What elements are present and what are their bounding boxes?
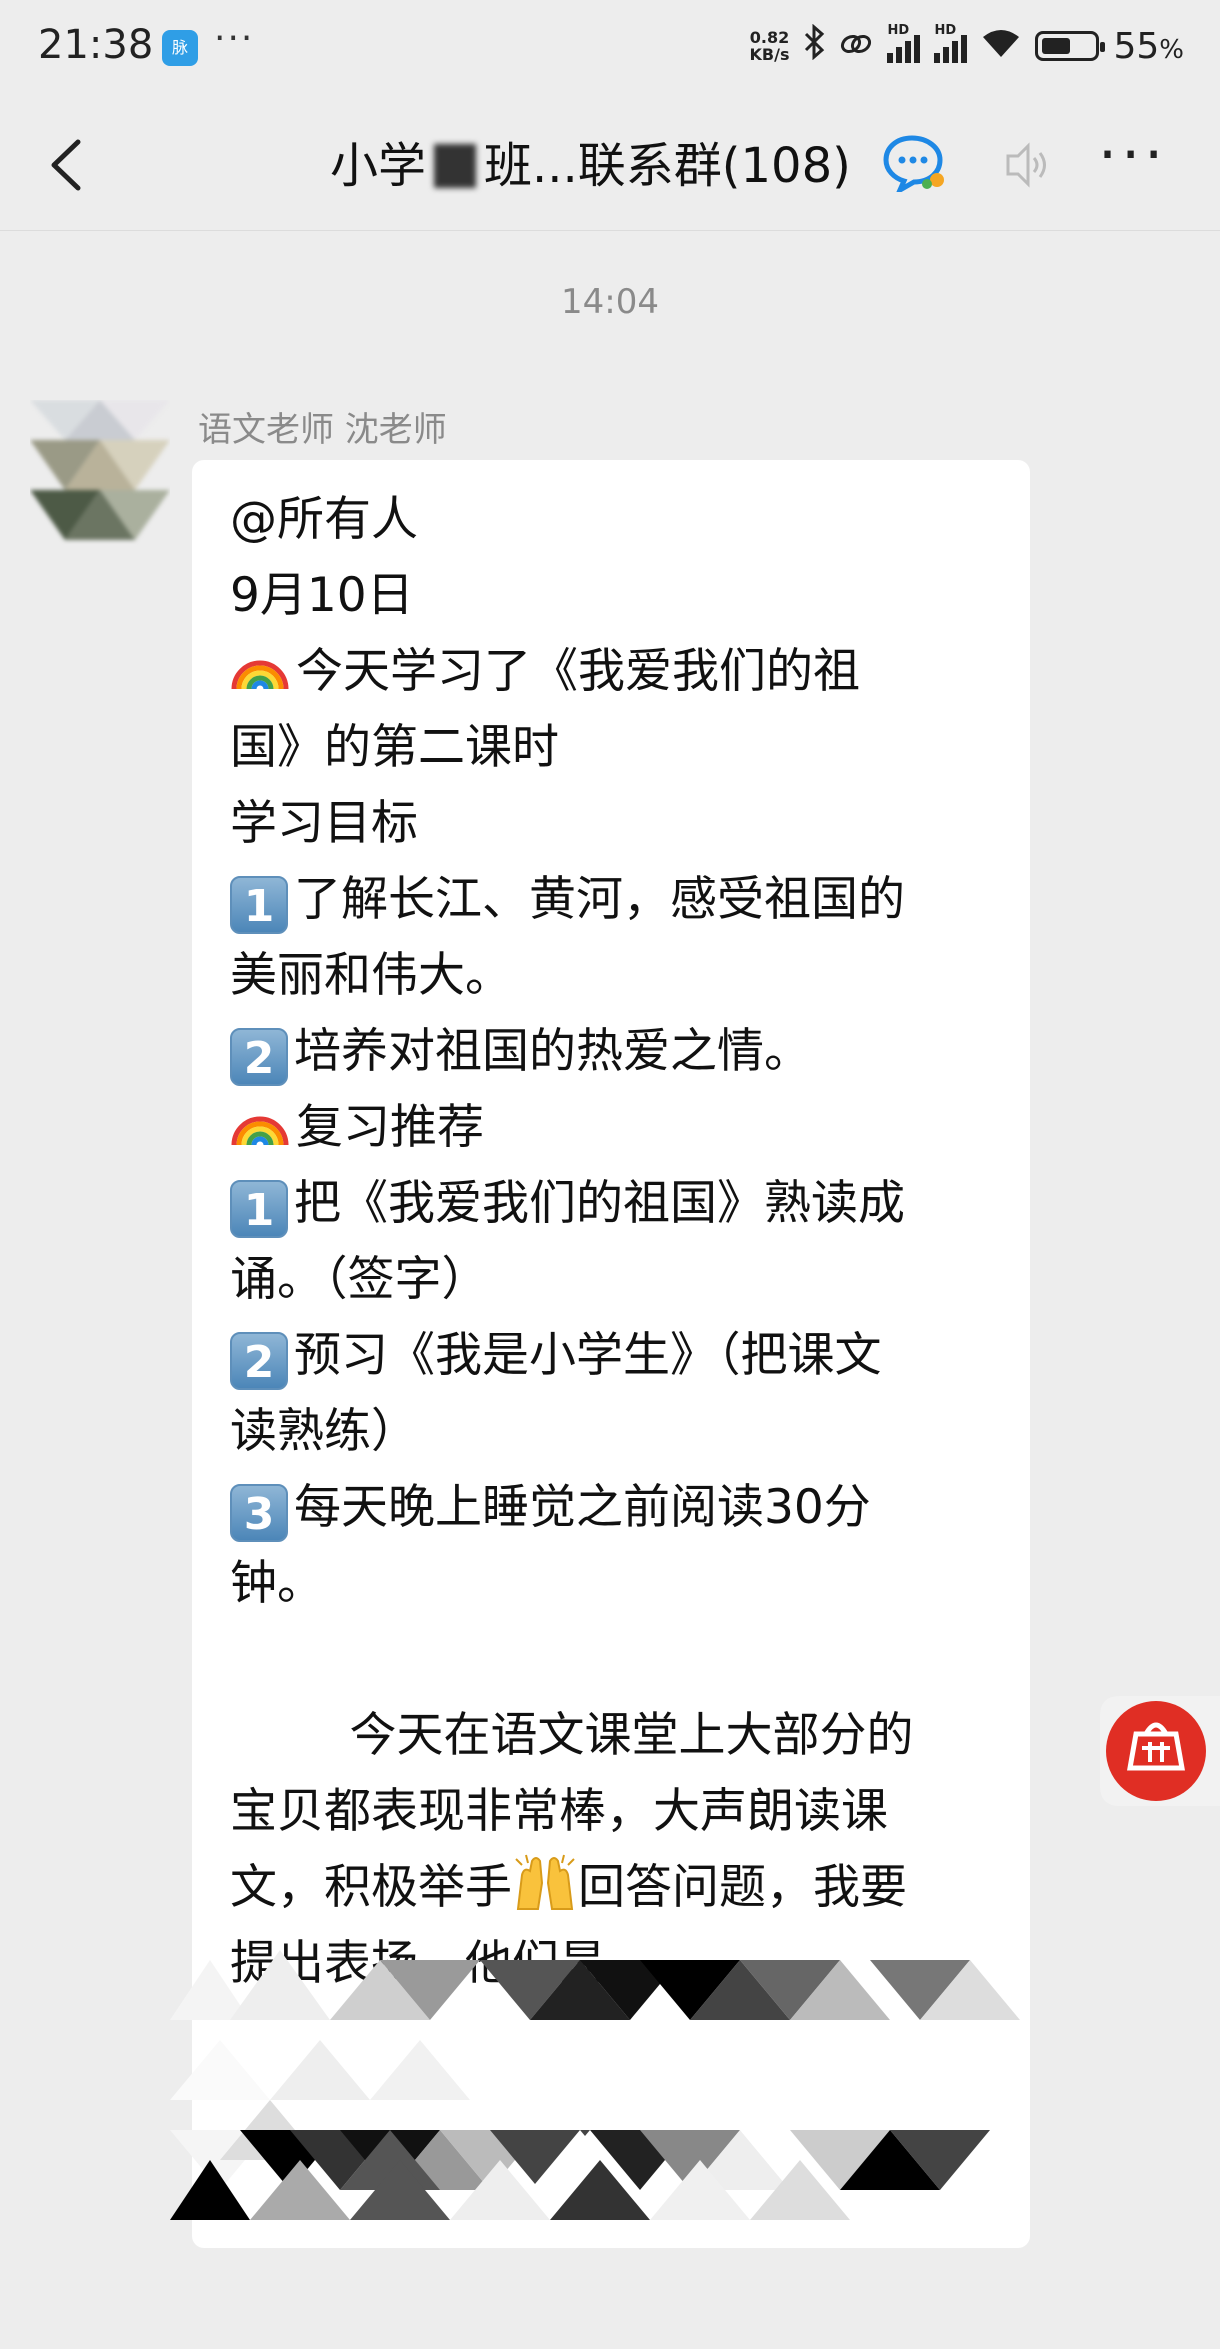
- status-indicators: 0.82 KB/s HD HD 55%: [750, 23, 1185, 68]
- sender-avatar[interactable]: [30, 400, 170, 550]
- message-line: 复习推荐: [230, 1090, 990, 1166]
- message-line: 读熟练）: [230, 1404, 418, 1459]
- keycap-2-icon: 2: [230, 1332, 288, 1390]
- message-line: 诵。（签字）: [230, 1252, 489, 1307]
- message-text: 回答问题，我要: [578, 1860, 907, 1915]
- network-speed: 0.82 KB/s: [750, 29, 790, 63]
- rainbow-emoji-icon: [231, 660, 289, 690]
- message-text: 培养对祖国的热爱之情。: [294, 1024, 811, 1079]
- group-title-part2: 班...联系群(108): [484, 138, 851, 194]
- message-line: 2 培养对祖国的热爱之情。: [230, 1014, 990, 1090]
- message-text: 复习推荐: [296, 1100, 484, 1155]
- wifi-icon: [981, 27, 1021, 65]
- message-timestamp: 14:04: [561, 282, 659, 322]
- rainbow-emoji-icon: [231, 1116, 289, 1146]
- voice-call-icon[interactable]: [1000, 142, 1050, 188]
- message-line: 钟。: [230, 1556, 324, 1611]
- status-bar: 21:38 脉 ··· 0.82 KB/s HD HD 55%: [0, 0, 1220, 100]
- message-line: 文，积极举手 回答问题，我要: [230, 1850, 990, 1926]
- message-text: 文，积极举手: [230, 1860, 512, 1915]
- battery-percent: 55%: [1113, 25, 1184, 67]
- link-icon: [839, 29, 873, 63]
- hd-label: HD: [887, 23, 910, 38]
- bluetooth-icon: [803, 23, 825, 68]
- chat-header: 小学 班...联系群(108) ···: [0, 100, 1220, 231]
- keycap-1-icon: 1: [230, 876, 288, 934]
- sender-name: 语文老师 沈老师: [198, 410, 447, 450]
- keycap-3-icon: 3: [230, 1484, 288, 1542]
- message-line: 国》的第二课时: [230, 720, 559, 775]
- status-time: 21:38: [38, 22, 154, 68]
- group-title[interactable]: 小学 班...联系群(108): [330, 126, 851, 196]
- message-line: 3 每天晚上睡觉之前阅读30分: [230, 1470, 990, 1546]
- group-chat-bubble-icon[interactable]: [882, 132, 950, 196]
- message-line: 1 了解长江、黄河，感受祖国的: [230, 862, 990, 938]
- back-button[interactable]: [40, 130, 100, 200]
- battery-icon: [1035, 31, 1106, 61]
- network-speed-unit: KB/s: [749, 45, 790, 64]
- message-line: 宝贝都表现非常棒，大声朗读课: [230, 1784, 888, 1839]
- message-text: 了解长江、黄河，感受祖国的: [294, 872, 905, 927]
- message-line: 1 把《我爱我们的祖国》熟读成: [230, 1166, 990, 1242]
- keycap-2-icon: 2: [230, 1028, 288, 1086]
- message-line: 学习目标: [230, 796, 418, 851]
- more-options-button[interactable]: ···: [1098, 120, 1167, 190]
- keycap-1-icon: 1: [230, 1180, 288, 1238]
- message-text: 每天晚上睡觉之前阅读30分: [294, 1480, 871, 1535]
- message-line: 9月10日: [230, 568, 414, 623]
- floating-shopping-button[interactable]: [1090, 1686, 1220, 1816]
- message-line: 2 预习《我是小学生》（把课文: [230, 1318, 990, 1394]
- hd-label-2: HD: [934, 23, 957, 38]
- network-speed-value: 0.82: [749, 28, 790, 47]
- redacted-block: [434, 144, 477, 188]
- message-line: 今天在语文课堂上大部分的: [230, 1708, 914, 1763]
- signal-strength-icon: HD: [887, 23, 921, 63]
- notification-more-icon: ···: [214, 18, 255, 59]
- signal-strength-icon-2: HD: [934, 23, 968, 63]
- redaction-mosaic: [170, 1950, 1020, 2220]
- message-text: 今天学习了《我爱我们的祖: [296, 644, 860, 699]
- message-line: 今天学习了《我爱我们的祖: [230, 634, 990, 710]
- message-text: 把《我爱我们的祖国》熟读成: [294, 1176, 905, 1231]
- message-line: @所有人: [230, 492, 418, 547]
- notification-app-icon: 脉: [162, 30, 198, 66]
- group-title-part1: 小学: [330, 138, 427, 194]
- message-line: 美丽和伟大。: [230, 948, 512, 1003]
- message-text: 预习《我是小学生》（把课文: [294, 1328, 882, 1383]
- raising-hands-emoji-icon: [515, 1854, 575, 1910]
- chevron-left-icon: [51, 139, 81, 191]
